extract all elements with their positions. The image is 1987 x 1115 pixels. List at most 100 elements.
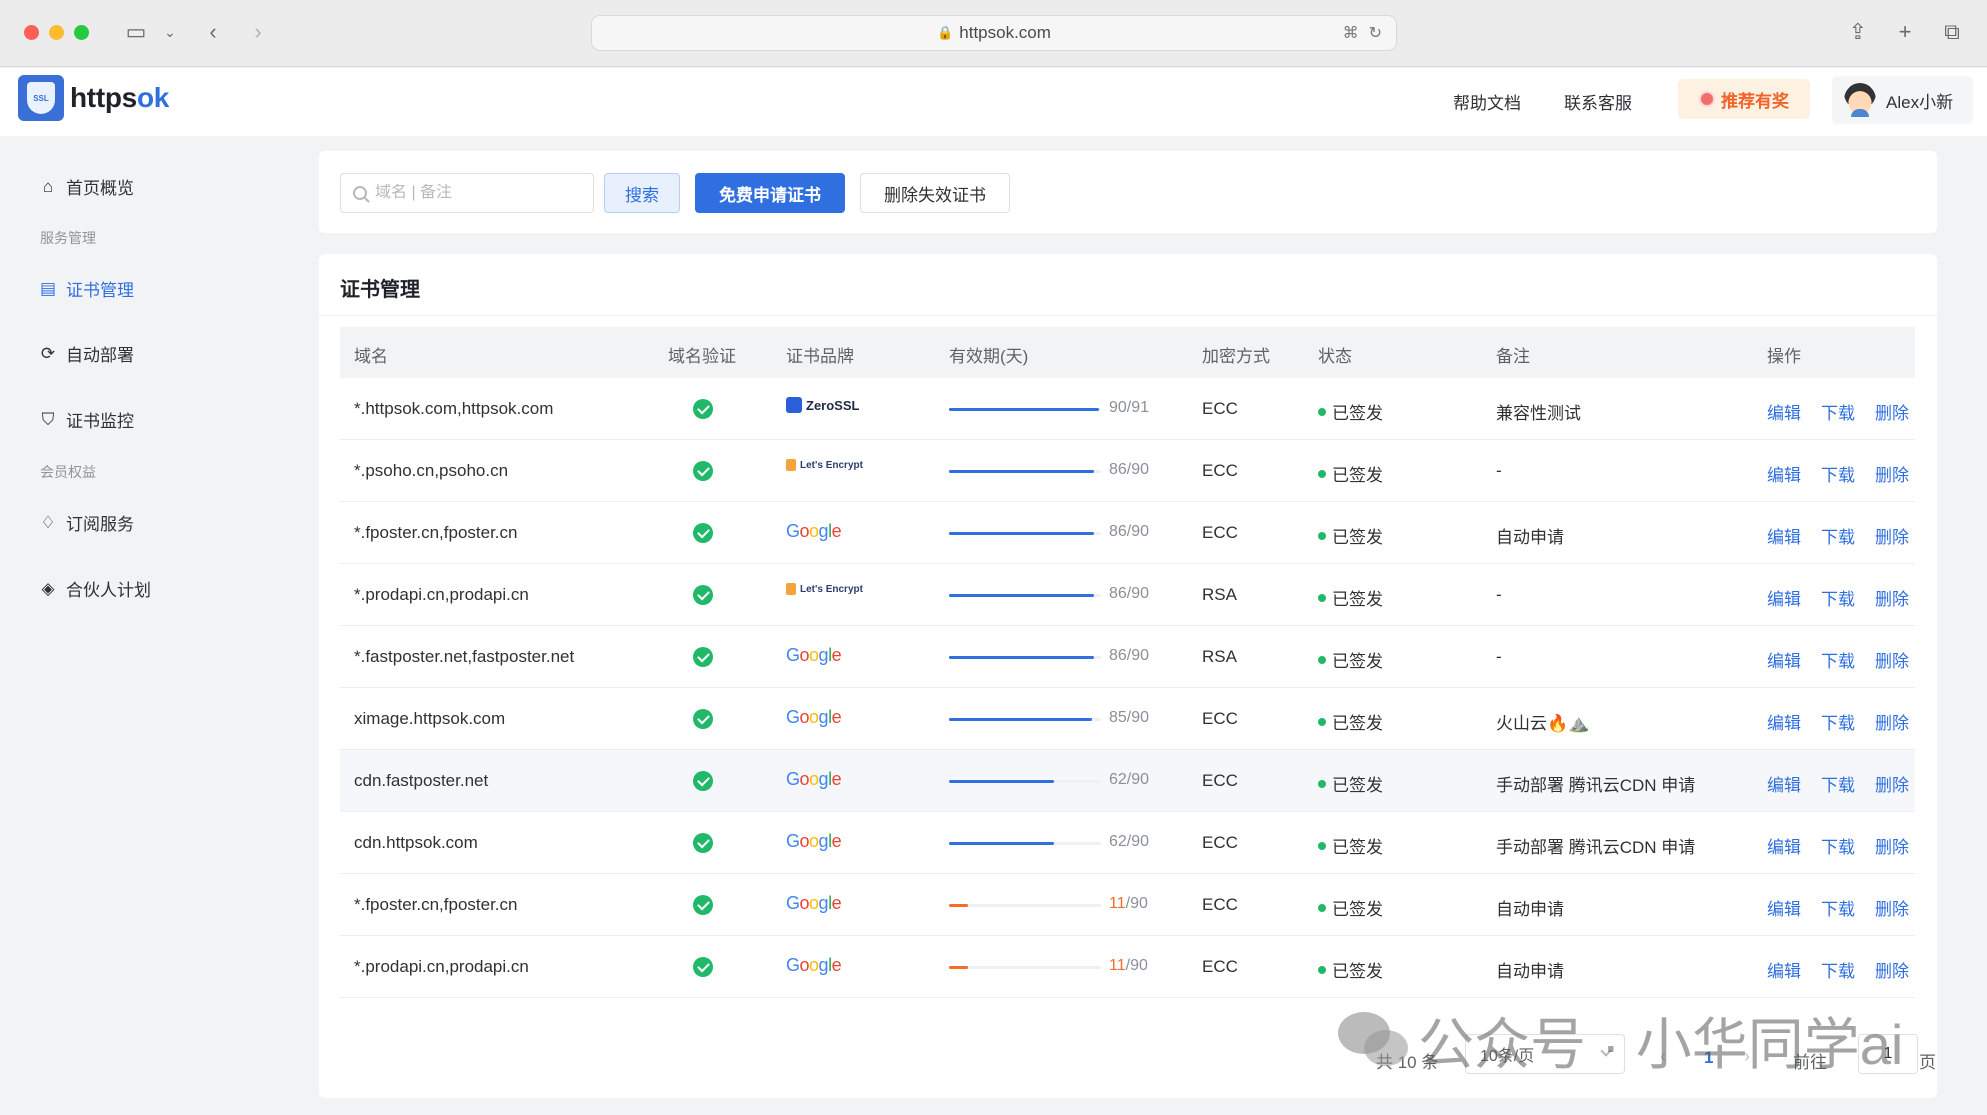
- sidebar-item-cert-manage[interactable]: ▤ 证书管理: [38, 276, 134, 301]
- delete-link[interactable]: 删除: [1875, 647, 1909, 672]
- status-badge: 已签发: [1318, 895, 1383, 920]
- cell-domain: *.prodapi.cn,prodapi.cn: [354, 585, 529, 604]
- brand-name[interactable]: httpsok: [70, 82, 169, 114]
- browser-chrome: ▭ ⌄ ‹ › 🔒 httpsok.com ⌘ ↻ ⇪ + ⧉: [0, 0, 1987, 67]
- delete-link[interactable]: 删除: [1875, 957, 1909, 982]
- close-window-button[interactable]: [24, 25, 39, 40]
- validity-progress: [949, 470, 1101, 473]
- minimize-window-button[interactable]: [49, 25, 64, 40]
- contact-link[interactable]: 联系客服: [1564, 89, 1632, 114]
- sidebar-item-overview[interactable]: ⌂ 首页概览: [38, 174, 134, 199]
- edit-link[interactable]: 编辑: [1767, 895, 1801, 920]
- edit-link[interactable]: 编辑: [1767, 461, 1801, 486]
- zerossl-logo: ZeroSSL: [806, 397, 860, 413]
- google-logo: Google: [786, 769, 842, 789]
- edit-link[interactable]: 编辑: [1767, 833, 1801, 858]
- delete-link[interactable]: 删除: [1875, 585, 1909, 610]
- delete-link[interactable]: 删除: [1875, 833, 1909, 858]
- forward-icon[interactable]: ›: [245, 18, 271, 46]
- user-menu[interactable]: Alex小新: [1832, 76, 1973, 124]
- edit-link[interactable]: 编辑: [1767, 647, 1801, 672]
- page-number-current[interactable]: 1: [1704, 1048, 1713, 1068]
- download-link[interactable]: 下载: [1821, 957, 1855, 982]
- cell-encryption: ECC: [1202, 957, 1238, 976]
- table-row: *.fposter.cn,fposter.cn Google 11/90 ECC 已签发…: [340, 874, 1915, 936]
- chevron-down-icon[interactable]: ⌄: [160, 18, 180, 46]
- share-icon[interactable]: ⇪: [1843, 18, 1873, 46]
- edit-link[interactable]: 编辑: [1767, 957, 1801, 982]
- goto-page-input[interactable]: 1: [1858, 1034, 1918, 1074]
- toolbar-card: 搜索 免费申请证书 删除失效证书: [319, 151, 1937, 233]
- status-dot: [1318, 717, 1326, 726]
- verified-check-icon: [693, 833, 713, 853]
- delete-expired-button[interactable]: 删除失效证书: [860, 173, 1010, 213]
- search-input[interactable]: [375, 184, 585, 202]
- row-actions: 编辑 下载 删除: [1767, 523, 1909, 548]
- edit-link[interactable]: 编辑: [1767, 709, 1801, 734]
- delete-link[interactable]: 删除: [1875, 709, 1909, 734]
- zerossl-icon: [786, 397, 802, 413]
- validity-progress: [949, 842, 1101, 845]
- download-link[interactable]: 下载: [1821, 647, 1855, 672]
- lock-icon: 🔒: [937, 25, 954, 40]
- status-badge: 已签发: [1318, 647, 1383, 672]
- brand-logo[interactable]: SSL: [18, 75, 64, 121]
- sidebar-item-cert-monitor[interactable]: ⛉ 证书监控: [38, 407, 134, 432]
- page-size-select[interactable]: 10条/页: [1465, 1034, 1625, 1074]
- search-button[interactable]: 搜索: [604, 173, 680, 213]
- status-dot: [1318, 593, 1326, 602]
- apply-cert-button[interactable]: 免费申请证书: [695, 173, 845, 213]
- delete-link[interactable]: 删除: [1875, 399, 1909, 424]
- google-logo: Google: [786, 893, 842, 913]
- sidebar-toggle-icon[interactable]: ▭: [121, 18, 151, 46]
- page-title: 证书管理: [340, 279, 420, 301]
- next-page-icon[interactable]: ›: [1744, 1046, 1750, 1067]
- maximize-window-button[interactable]: [74, 25, 89, 40]
- verified-check-icon: [693, 709, 713, 729]
- download-link[interactable]: 下载: [1821, 709, 1855, 734]
- referral-button[interactable]: 推荐有奖: [1678, 79, 1810, 119]
- validity-progress: [949, 780, 1101, 783]
- edit-link[interactable]: 编辑: [1767, 523, 1801, 548]
- home-icon: ⌂: [42, 176, 54, 196]
- row-actions: 编辑 下载 删除: [1767, 461, 1909, 486]
- cell-brand: Google: [786, 831, 842, 852]
- edit-link[interactable]: 编辑: [1767, 585, 1801, 610]
- cell-brand: Google: [786, 645, 842, 666]
- delete-link[interactable]: 删除: [1875, 461, 1909, 486]
- download-link[interactable]: 下载: [1821, 771, 1855, 796]
- delete-link[interactable]: 删除: [1875, 771, 1909, 796]
- google-logo: Google: [786, 707, 842, 727]
- validity-progress: [949, 718, 1101, 721]
- translate-icon[interactable]: ⌘: [1343, 23, 1359, 43]
- url-text: httpsok.com: [959, 23, 1051, 42]
- back-icon[interactable]: ‹: [200, 18, 226, 46]
- tabs-overview-icon[interactable]: ⧉: [1937, 18, 1967, 46]
- download-link[interactable]: 下载: [1821, 523, 1855, 548]
- table-row: *.psoho.cn,psoho.cn Let's Encrypt 86/90 ECC…: [340, 440, 1915, 502]
- app-header: SSL httpsok 帮助文档 联系客服 推荐有奖 Alex小新: [0, 68, 1987, 136]
- sidebar-item-subscription[interactable]: ♢ 订阅服务: [38, 510, 134, 535]
- delete-link[interactable]: 删除: [1875, 523, 1909, 548]
- sidebar-item-partner[interactable]: ◈ 合伙人计划: [38, 576, 151, 601]
- verified-check-icon: [693, 895, 713, 915]
- row-actions: 编辑 下载 删除: [1767, 709, 1909, 734]
- search-field[interactable]: [340, 173, 594, 213]
- letsencrypt-logo: Let's Encrypt: [800, 459, 863, 471]
- col-remark: 备注: [1496, 347, 1530, 366]
- reload-icon[interactable]: ↻: [1369, 23, 1382, 43]
- edit-link[interactable]: 编辑: [1767, 771, 1801, 796]
- download-link[interactable]: 下载: [1821, 585, 1855, 610]
- download-link[interactable]: 下载: [1821, 833, 1855, 858]
- edit-link[interactable]: 编辑: [1767, 399, 1801, 424]
- download-link[interactable]: 下载: [1821, 461, 1855, 486]
- address-bar[interactable]: 🔒 httpsok.com ⌘ ↻: [591, 15, 1397, 51]
- sidebar-item-auto-deploy[interactable]: ⟳ 自动部署: [38, 341, 134, 366]
- download-link[interactable]: 下载: [1821, 399, 1855, 424]
- help-docs-link[interactable]: 帮助文档: [1453, 89, 1521, 114]
- prev-page-icon[interactable]: ‹: [1660, 1046, 1666, 1067]
- delete-link[interactable]: 删除: [1875, 895, 1909, 920]
- new-tab-icon[interactable]: +: [1890, 18, 1920, 46]
- verified-check-icon: [693, 647, 713, 667]
- download-link[interactable]: 下载: [1821, 895, 1855, 920]
